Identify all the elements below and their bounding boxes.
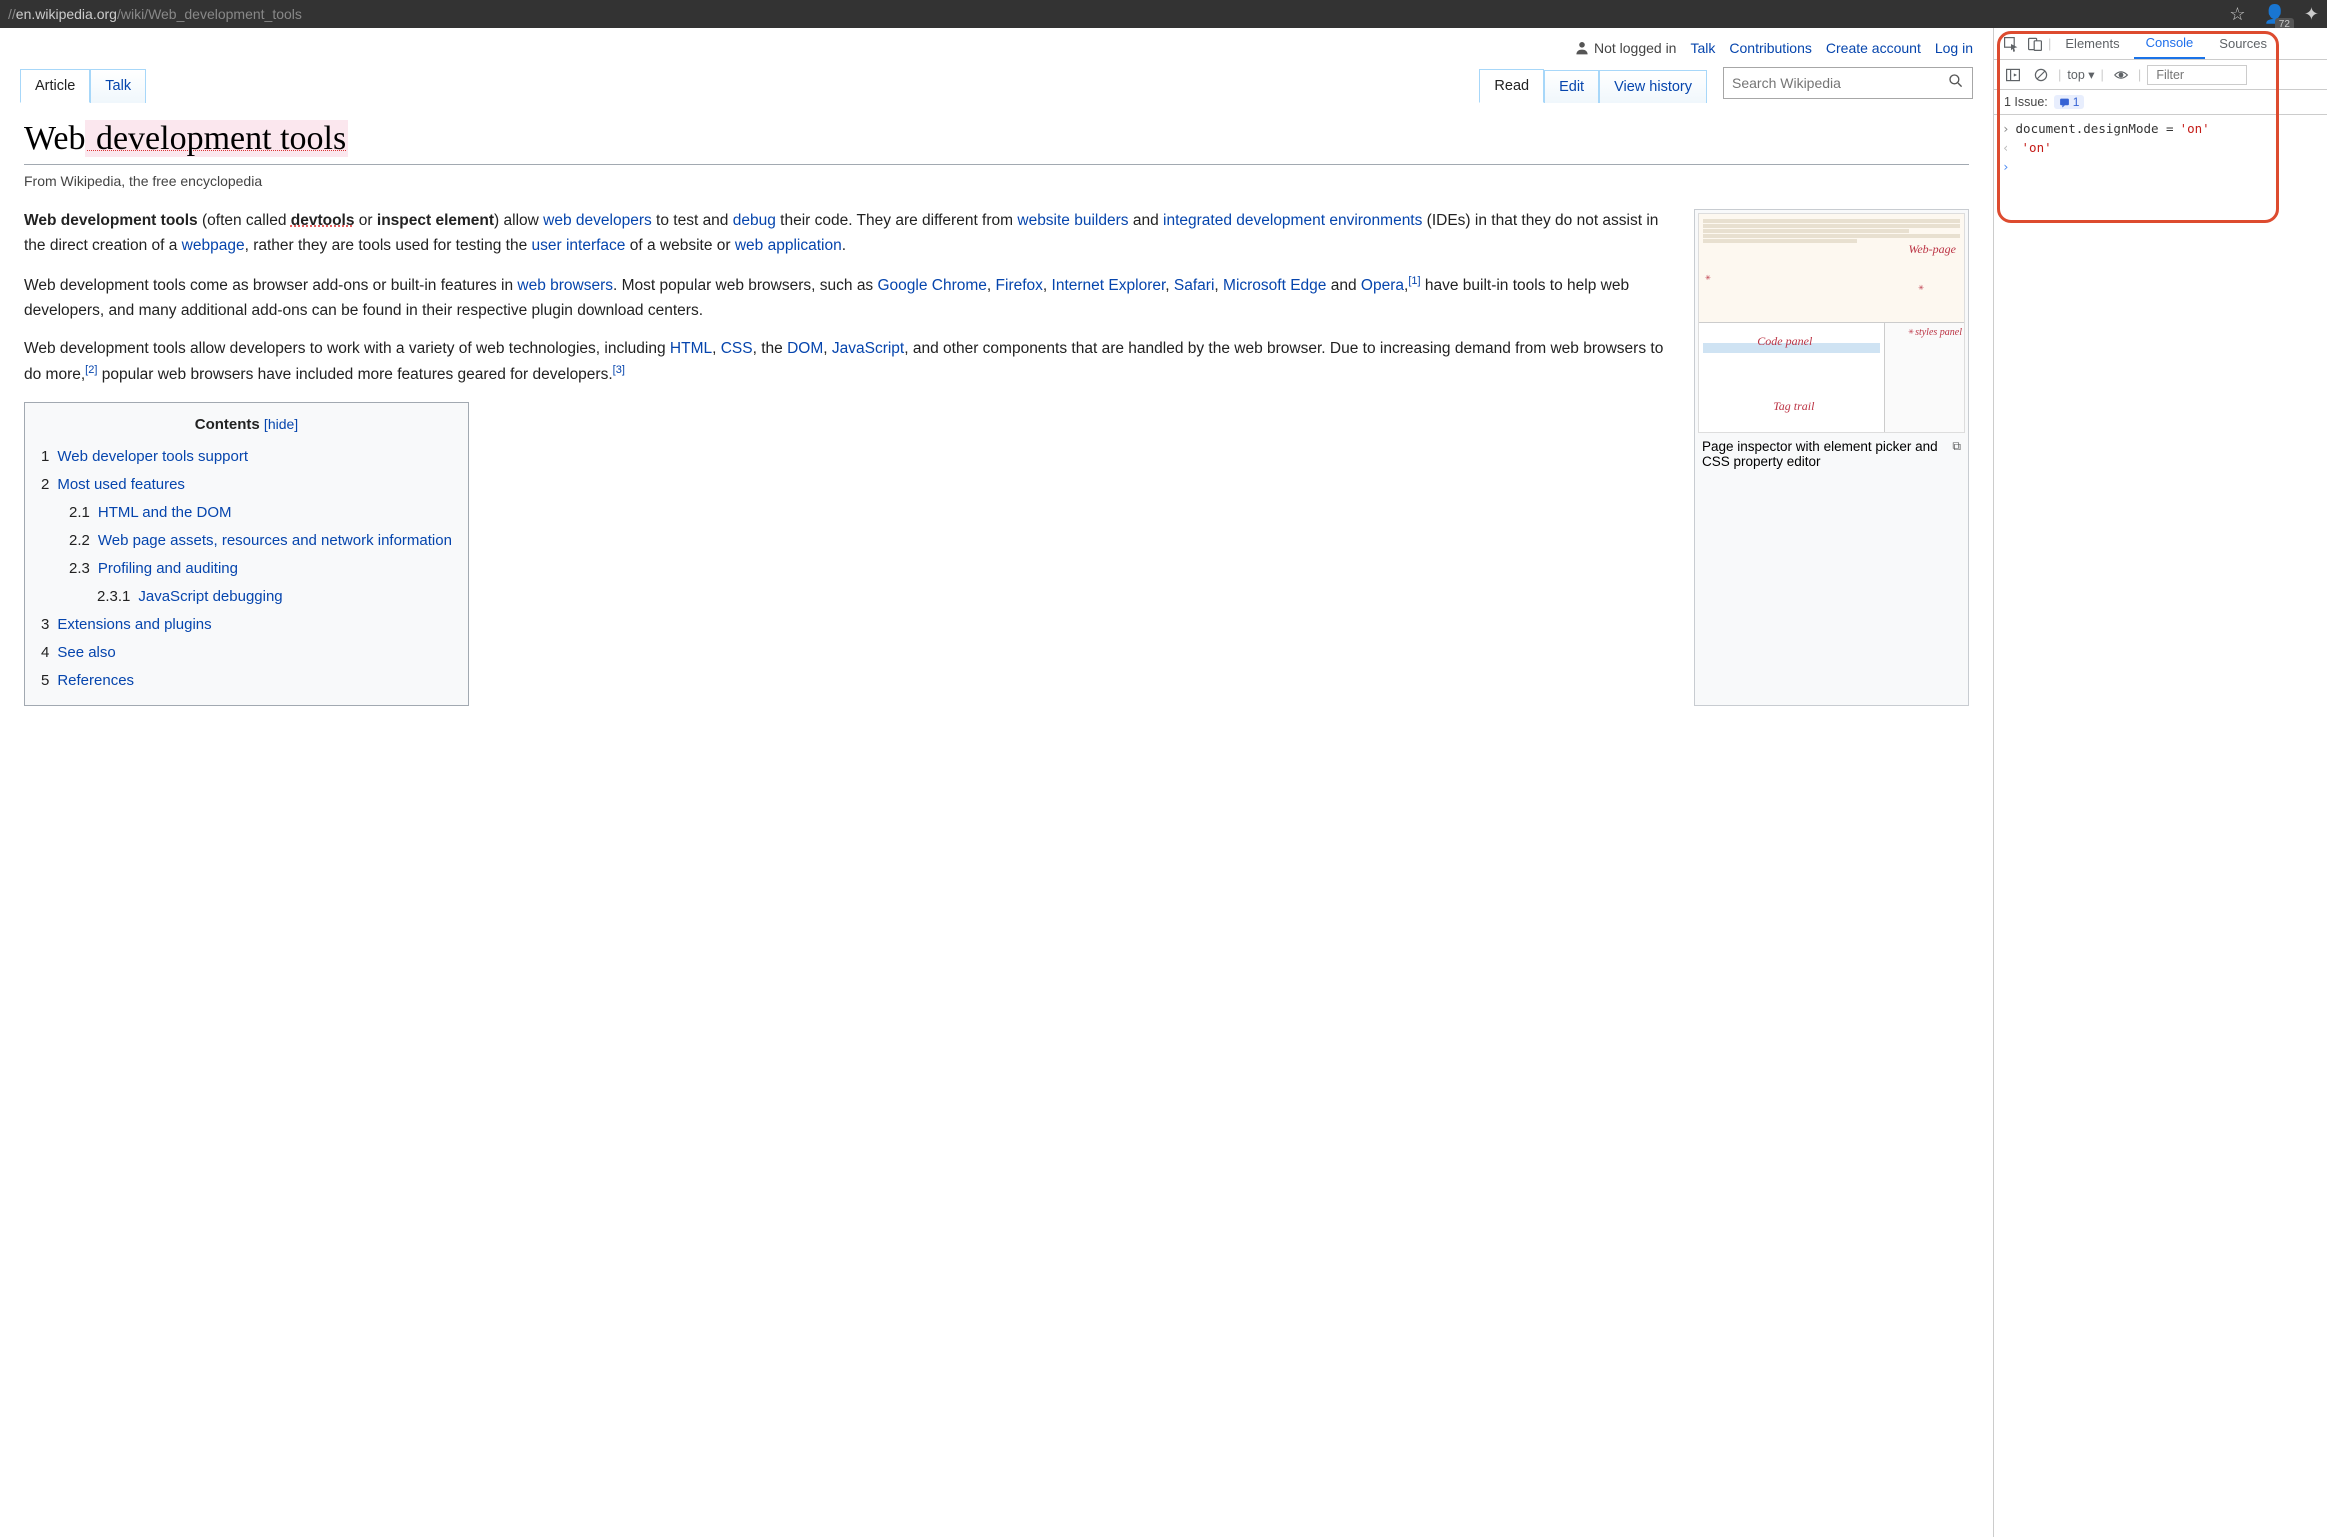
person-icon bbox=[1574, 40, 1590, 56]
console-toolbar: | top ▾ | | bbox=[1994, 60, 2327, 90]
create-account-link[interactable]: Create account bbox=[1826, 40, 1921, 56]
toc-item[interactable]: 5References bbox=[41, 667, 452, 695]
link-web-browsers[interactable]: web browsers bbox=[517, 277, 613, 294]
link-ide[interactable]: integrated development environments bbox=[1163, 212, 1422, 229]
link-edge[interactable]: Microsoft Edge bbox=[1223, 277, 1326, 294]
thumbnail-caption: Page inspector with element picker and C… bbox=[1702, 439, 1946, 469]
live-expression-icon[interactable] bbox=[2110, 64, 2132, 86]
tab-elements[interactable]: Elements bbox=[2053, 29, 2131, 58]
link-webpage[interactable]: webpage bbox=[182, 237, 245, 254]
console-sidebar-icon[interactable] bbox=[2002, 64, 2024, 86]
extensions-icon[interactable]: ✦ bbox=[2304, 4, 2319, 25]
login-link[interactable]: Log in bbox=[1935, 40, 1973, 56]
contributions-link[interactable]: Contributions bbox=[1729, 40, 1812, 56]
link-web-developers[interactable]: web developers bbox=[543, 212, 652, 229]
paragraph-3: Web development tools allow developers t… bbox=[24, 337, 1676, 388]
article-body: Web development tools (often called devt… bbox=[24, 209, 1676, 706]
page-tabs: Article Talk Read Edit View history bbox=[0, 68, 1993, 102]
toc-item[interactable]: 2.2Web page assets, resources and networ… bbox=[41, 527, 452, 555]
issue-icon bbox=[2059, 97, 2070, 108]
tab-article[interactable]: Article bbox=[20, 69, 90, 103]
issues-badge[interactable]: 1 bbox=[2054, 95, 2085, 109]
thumb-label-tag: Tag trail bbox=[1773, 399, 1814, 414]
link-javascript[interactable]: JavaScript bbox=[832, 340, 904, 357]
device-toggle-icon[interactable] bbox=[2024, 33, 2046, 55]
thumbnail-image[interactable]: Web-page Code panel styles panel Tag tra… bbox=[1698, 213, 1965, 433]
context-selector[interactable]: top ▾ bbox=[2067, 67, 2094, 82]
link-user-interface[interactable]: user interface bbox=[532, 237, 626, 254]
title-highlight: development tools bbox=[85, 120, 348, 157]
toc-hide-toggle[interactable]: [hide] bbox=[264, 416, 298, 432]
link-chrome[interactable]: Google Chrome bbox=[878, 277, 987, 294]
issues-label: 1 Issue: bbox=[2004, 95, 2048, 109]
console-line: › bbox=[2002, 157, 2319, 176]
link-dom[interactable]: DOM bbox=[787, 340, 823, 357]
not-logged-in-label: Not logged in bbox=[1574, 40, 1677, 56]
url-text: //en.wikipedia.org/wiki/Web_development_… bbox=[8, 6, 302, 22]
ref-3[interactable]: [3] bbox=[613, 364, 625, 376]
console-output[interactable]: ›document.designMode = 'on'‹'on'› bbox=[1994, 115, 2327, 180]
toc-title: Contents [hide] bbox=[41, 413, 452, 437]
search-input[interactable] bbox=[1732, 75, 1948, 91]
tab-sources[interactable]: Sources bbox=[2207, 29, 2279, 58]
devtools-panel: | Elements Console Sources | top ▾ | | 1… bbox=[1993, 28, 2327, 1537]
page-title: Web development tools bbox=[24, 102, 1969, 165]
console-line: ›document.designMode = 'on' bbox=[2002, 119, 2319, 138]
toc-item[interactable]: 3Extensions and plugins bbox=[41, 611, 452, 639]
search-icon[interactable] bbox=[1948, 73, 1964, 94]
ref-2[interactable]: [2] bbox=[85, 364, 97, 376]
expand-icon[interactable]: ⧉ bbox=[1952, 439, 1961, 469]
link-ie[interactable]: Internet Explorer bbox=[1052, 277, 1166, 294]
page-subtitle: From Wikipedia, the free encyclopedia bbox=[24, 173, 1969, 189]
console-line: ‹'on' bbox=[2002, 138, 2319, 157]
toc-item[interactable]: 1Web developer tools support bbox=[41, 443, 452, 471]
devtools-tabs: | Elements Console Sources bbox=[1994, 28, 2327, 60]
link-safari[interactable]: Safari bbox=[1174, 277, 1215, 294]
link-website-builders[interactable]: website builders bbox=[1017, 212, 1128, 229]
toc-item[interactable]: 2.3.1JavaScript debugging bbox=[41, 583, 452, 611]
toc-item[interactable]: 2.3Profiling and auditing bbox=[41, 555, 452, 583]
thumb-label-code: Code panel bbox=[1757, 334, 1812, 349]
table-of-contents: Contents [hide] 1Web developer tools sup… bbox=[24, 402, 469, 706]
title-word-1: Web bbox=[24, 120, 85, 157]
clear-console-icon[interactable] bbox=[2030, 64, 2052, 86]
tab-edit[interactable]: Edit bbox=[1544, 70, 1599, 103]
tab-read[interactable]: Read bbox=[1479, 69, 1544, 103]
profile-icon[interactable]: 👤72 bbox=[2263, 4, 2285, 25]
ref-1[interactable]: [1] bbox=[1408, 275, 1420, 287]
link-css[interactable]: CSS bbox=[721, 340, 753, 357]
url-host: en.wikipedia.org bbox=[16, 6, 117, 22]
thumb-label-webpage: Web-page bbox=[1908, 242, 1956, 257]
star-icon[interactable]: ☆ bbox=[2229, 4, 2245, 25]
link-web-application[interactable]: web application bbox=[735, 237, 842, 254]
thumb-label-styles: styles panel bbox=[1915, 327, 1962, 338]
toc-item[interactable]: 2.1HTML and the DOM bbox=[41, 499, 452, 527]
browser-address-bar: //en.wikipedia.org/wiki/Web_development_… bbox=[0, 0, 2327, 28]
url-scheme: // bbox=[8, 6, 16, 22]
link-opera[interactable]: Opera bbox=[1361, 277, 1404, 294]
issues-row[interactable]: 1 Issue: 1 bbox=[1994, 90, 2327, 115]
talk-link[interactable]: Talk bbox=[1690, 40, 1715, 56]
wikipedia-page: Not logged in Talk Contributions Create … bbox=[0, 28, 1993, 1537]
tab-talk[interactable]: Talk bbox=[90, 69, 146, 103]
toc-item[interactable]: 2Most used features bbox=[41, 471, 452, 499]
url-path: /wiki/Web_development_tools bbox=[117, 6, 302, 22]
inspect-icon[interactable] bbox=[2000, 33, 2022, 55]
browser-toolbar-icons: ☆ 👤72 ✦ bbox=[2229, 4, 2319, 25]
filter-input[interactable] bbox=[2147, 65, 2247, 85]
link-firefox[interactable]: Firefox bbox=[996, 277, 1043, 294]
personal-tools: Not logged in Talk Contributions Create … bbox=[0, 28, 1993, 68]
toc-item[interactable]: 4See also bbox=[41, 639, 452, 667]
tab-console[interactable]: Console bbox=[2134, 28, 2206, 59]
link-debug[interactable]: debug bbox=[733, 212, 776, 229]
tab-view-history[interactable]: View history bbox=[1599, 70, 1707, 103]
search-box[interactable] bbox=[1723, 67, 1973, 99]
paragraph-1: Web development tools (often called devt… bbox=[24, 209, 1676, 259]
infobox-image: Web-page Code panel styles panel Tag tra… bbox=[1694, 209, 1969, 706]
paragraph-2: Web development tools come as browser ad… bbox=[24, 273, 1676, 324]
link-html[interactable]: HTML bbox=[670, 340, 712, 357]
